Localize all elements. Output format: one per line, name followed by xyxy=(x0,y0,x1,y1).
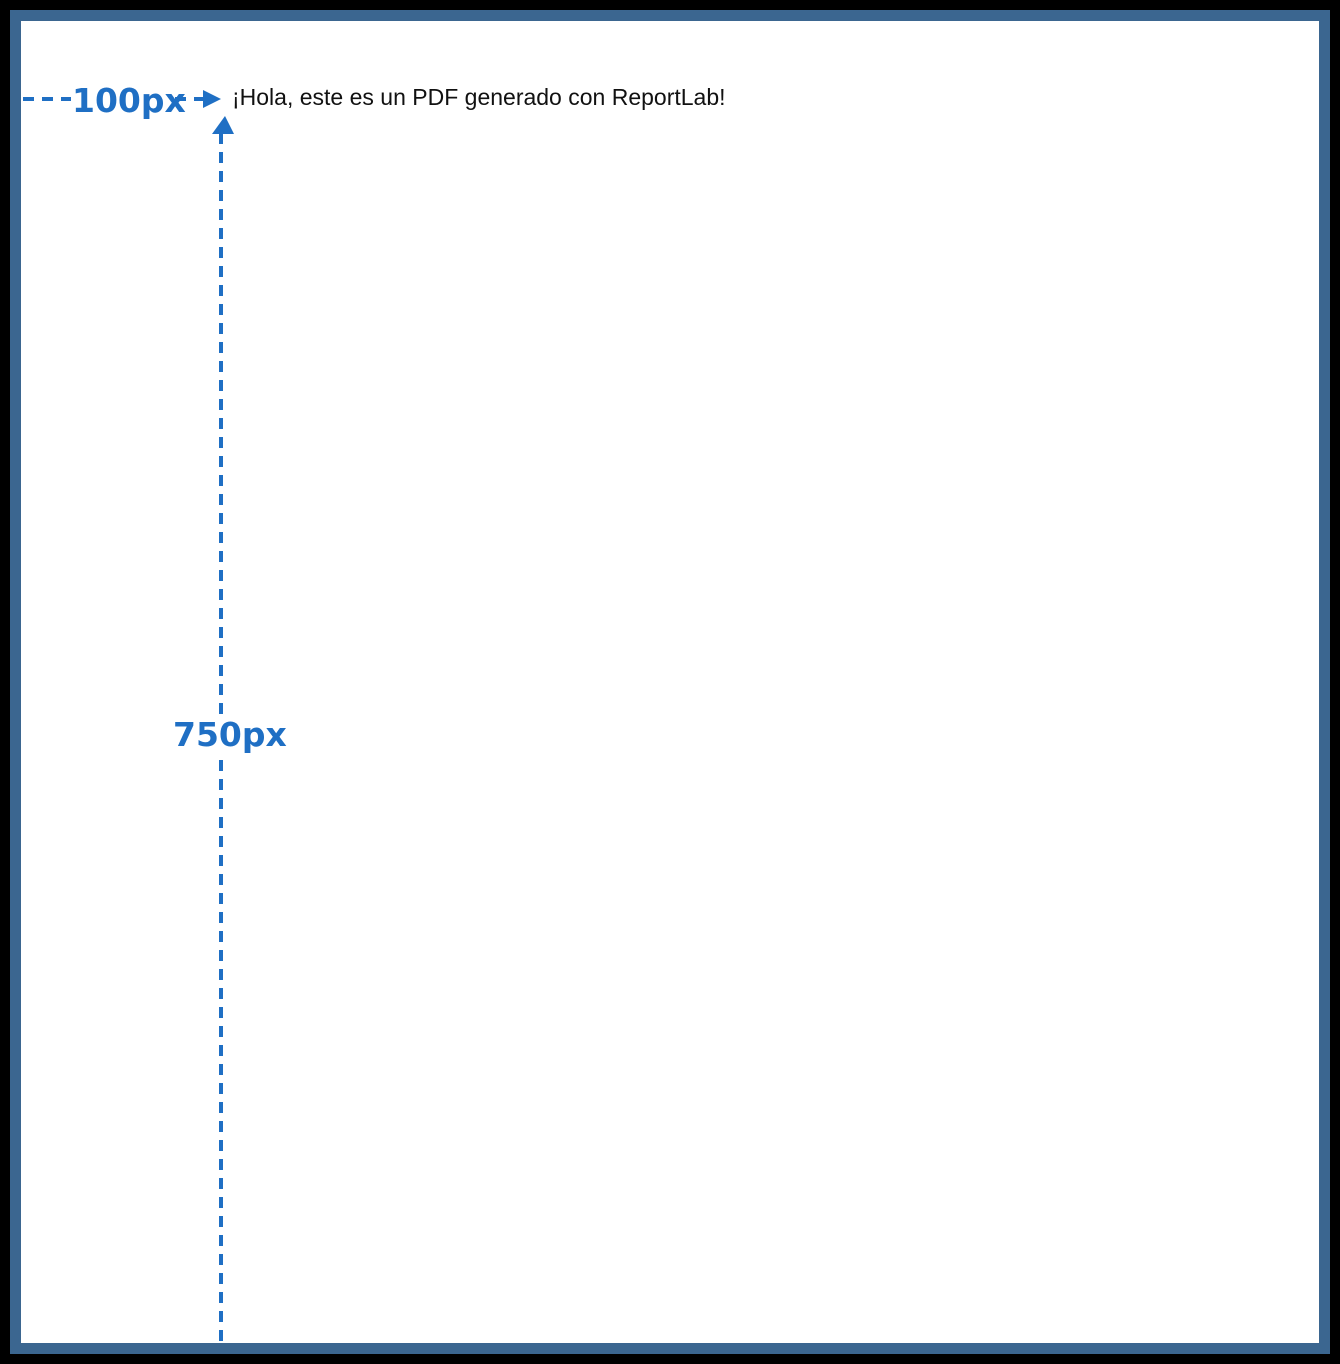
pdf-page: ¡Hola, este es un PDF generado con Repor… xyxy=(21,21,1319,1343)
vertical-arrowhead-icon xyxy=(212,116,234,134)
dimension-overlay: 100px 750px xyxy=(23,81,287,1343)
horizontal-dimension-label: 100px xyxy=(72,81,186,120)
horizontal-arrowhead-icon xyxy=(203,90,221,108)
vertical-dimension-label: 750px xyxy=(173,715,287,754)
outer-frame: ¡Hola, este es un PDF generado con Repor… xyxy=(0,0,1340,1364)
